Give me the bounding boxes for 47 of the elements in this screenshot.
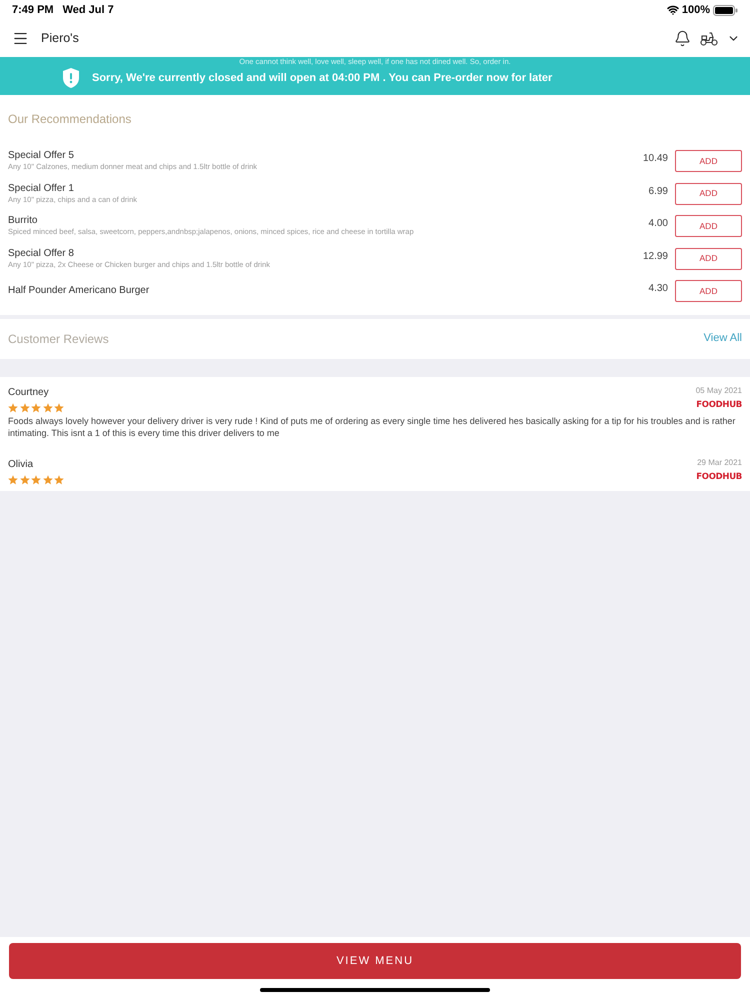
review-text: Foods always lovely however your delivery driver is very rude ! Kind of puts me of ordering as every single time hes delivered hes basically asking for a tip for his troubles and is rather intimating. This isnt a 1 of this is every time this driver delivers to me [8, 414, 736, 438]
status-time: 7:49 PM [12, 2, 54, 18]
star-icon [42, 402, 52, 412]
foodhub-logo: FOODHUB [696, 398, 742, 412]
status-date: Wed Jul 7 [62, 2, 114, 18]
star-icon [31, 474, 41, 484]
wifi-icon [666, 4, 679, 16]
restaurant-name: Piero's [41, 30, 79, 48]
star-icon [31, 402, 41, 412]
view-menu-button[interactable]: VIEW MENU [9, 943, 741, 979]
battery-icon [713, 4, 738, 16]
item-name: Half Pounder Americano Burger [8, 285, 150, 298]
review-date: 05 May 2021 [696, 384, 742, 396]
add-button[interactable]: ADD [675, 280, 742, 302]
closed-message: Sorry, We're currently closed and will open at 04:00 PM . You can Pre-order now for later [92, 70, 552, 86]
section-title: Our Recommendations [8, 111, 132, 128]
view-all-link[interactable]: View All [704, 330, 742, 347]
section-title: Customer Reviews [8, 330, 109, 348]
add-button[interactable]: ADD [675, 215, 742, 238]
item-price: 10.49 [642, 152, 668, 166]
star-icon [54, 474, 64, 484]
star-icon [20, 474, 30, 484]
item-price: 12.99 [642, 250, 668, 264]
add-button[interactable]: ADD [675, 248, 742, 270]
reviewer-name: Courtney [8, 386, 49, 400]
item-price: 4.00 [648, 217, 668, 231]
star-icon [54, 402, 64, 412]
star-icon [8, 474, 18, 484]
foodhub-logo: FOODHUB [696, 470, 742, 484]
star-icon [20, 402, 30, 412]
add-button[interactable]: ADD [675, 182, 742, 205]
shield-alert-icon [63, 68, 79, 88]
item-name: Burrito [8, 215, 38, 228]
battery-percent: 100% [682, 2, 710, 18]
add-button[interactable]: ADD [675, 150, 742, 172]
item-name: Special Offer 8 [8, 248, 74, 260]
scooter-icon[interactable] [700, 32, 718, 46]
menu-icon[interactable] [12, 30, 29, 47]
item-name: Special Offer 5 [8, 150, 74, 162]
star-icon [8, 402, 18, 412]
review-date: 29 Mar 2021 [697, 456, 742, 468]
item-name: Special Offer 1 [8, 182, 74, 195]
star-icon [42, 474, 52, 484]
item-price: 4.30 [648, 282, 668, 296]
bell-icon[interactable] [674, 30, 691, 47]
reviewer-name: Olivia [8, 458, 34, 472]
item-price: 6.99 [648, 184, 668, 198]
